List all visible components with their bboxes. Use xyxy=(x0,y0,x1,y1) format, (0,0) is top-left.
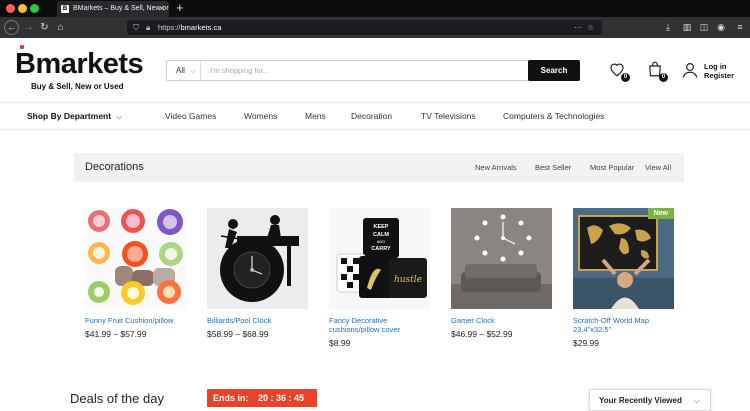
logo-text: Bmarkets xyxy=(15,48,144,80)
recently-viewed-toggle[interactable]: Your Recently Viewed ⌵ xyxy=(589,389,711,411)
menu-hamburger-icon[interactable]: ≡ xyxy=(733,20,747,35)
product-name[interactable]: Billiards/Pool Clock xyxy=(207,316,312,325)
department-label: Shop By Department xyxy=(27,111,112,121)
login-register-link[interactable]: Log in Register xyxy=(704,62,734,80)
product-card[interactable]: Funny Fruit Cushion/pillow $41.99 – $57.… xyxy=(85,208,186,339)
logo-tagline: Buy & Sell, New or Used xyxy=(31,82,124,91)
product-name[interactable]: Gamer Clock xyxy=(451,316,556,325)
shield-icon[interactable]: ⛉ xyxy=(133,20,139,35)
browser-tab-bar: B BMarkets – Buy & Sell, New or ✕ + xyxy=(0,0,750,17)
pillow-print-hustle: hustle xyxy=(394,275,422,285)
library-icon[interactable]: ▥ xyxy=(680,20,694,35)
forward-arrow-icon[interactable]: → xyxy=(21,20,36,35)
url-text: https://bmarkets.ca xyxy=(158,23,222,32)
nav-mens[interactable]: Mens xyxy=(305,111,326,121)
lock-icon[interactable]: 🔒︎ xyxy=(146,20,150,35)
product-price: $58.99 – $68.99 xyxy=(207,329,269,339)
product-card[interactable]: New Scratch-Off World Map 23.4"x32.5" $2… xyxy=(573,208,674,348)
sidebar-icon[interactable]: ◫ xyxy=(697,20,711,35)
search-category-value: All xyxy=(176,66,185,75)
pillow-print-line-4: CARRY xyxy=(371,246,391,252)
downloads-icon[interactable]: ⤓ xyxy=(661,20,675,35)
ends-in-label: Ends in: xyxy=(213,393,249,403)
product-image-billiards-clock[interactable] xyxy=(207,208,308,309)
tab-new-arrivals[interactable]: New Arrivals xyxy=(475,153,517,182)
decorations-section-header: Decorations New Arrivals Best Seller Mos… xyxy=(74,153,684,182)
chevron-down-icon: ⌵ xyxy=(190,68,196,75)
product-image-fruit-cushion[interactable] xyxy=(85,208,186,309)
section-title: Decorations xyxy=(85,161,144,173)
minimize-window-button[interactable] xyxy=(18,4,27,13)
deals-of-the-day-title: Deals of the day xyxy=(70,391,164,406)
tab-best-seller[interactable]: Best Seller xyxy=(535,153,571,182)
page-actions-icon[interactable]: ⋯ xyxy=(574,20,582,35)
product-card[interactable]: KEEP CALM AND CARRY hustle Fancy Decorat… xyxy=(329,208,430,348)
close-window-button[interactable] xyxy=(6,4,15,13)
view-all-link[interactable]: View All xyxy=(645,153,671,182)
chevron-down-icon: ⌵ xyxy=(693,396,700,405)
nav-divider xyxy=(0,129,750,130)
search-input[interactable] xyxy=(202,61,527,80)
header-divider xyxy=(0,102,750,103)
pillow-print-line-1: KEEP xyxy=(374,224,389,230)
new-tab-icon[interactable]: + xyxy=(176,0,184,16)
product-card[interactable]: Gamer Clock $46.99 – $52.99 xyxy=(451,208,552,339)
product-image-gamer-clock[interactable] xyxy=(451,208,552,309)
timer-value: 20 : 36 : 45 xyxy=(258,393,305,403)
logo-red-mark xyxy=(20,45,24,49)
nav-womens[interactable]: Womens xyxy=(244,111,277,121)
pillow-print-line-3: AND xyxy=(377,239,386,244)
register-link[interactable]: Register xyxy=(704,71,734,80)
product-card[interactable]: Billiards/Pool Clock $58.99 – $68.99 xyxy=(207,208,308,339)
search-form: All ⌵ Search xyxy=(166,60,580,81)
product-image-decorative-cushions[interactable]: KEEP CALM AND CARRY hustle xyxy=(329,208,430,309)
back-arrow-icon[interactable]: ← xyxy=(4,20,19,35)
wishlist-count-badge: 0 xyxy=(621,73,630,82)
user-icon xyxy=(682,63,698,78)
nav-video-games[interactable]: Video Games xyxy=(165,111,216,121)
reload-icon[interactable]: ↻ xyxy=(37,20,52,35)
product-image-scratch-map[interactable]: New xyxy=(573,208,674,309)
search-category-select[interactable]: All ⌵ xyxy=(167,61,201,80)
product-price: $8.99 xyxy=(329,338,351,348)
account-button[interactable] xyxy=(681,61,701,83)
search-button[interactable]: Search xyxy=(528,60,580,81)
shop-by-department-menu[interactable]: Shop By Department ⌵ xyxy=(27,111,122,122)
tab-close-icon[interactable]: ✕ xyxy=(158,1,165,17)
cart-count-badge: 0 xyxy=(659,73,668,82)
login-link[interactable]: Log in xyxy=(704,62,734,71)
site-logo[interactable]: Bmarkets Buy & Sell, New or Used xyxy=(15,45,144,91)
cart-button[interactable]: 0 xyxy=(646,60,668,82)
tab-title: BMarkets – Buy & Sell, New or xyxy=(73,5,169,12)
site-favicon-icon: B xyxy=(61,5,69,13)
product-price: $41.99 – $57.99 xyxy=(85,329,147,339)
address-bar[interactable]: ⛉ 🔒︎ https://bmarkets.ca ⋯ ☆ xyxy=(127,20,602,35)
nav-decoration[interactable]: Decoration xyxy=(351,111,392,121)
browser-tab[interactable]: B BMarkets – Buy & Sell, New or ✕ xyxy=(57,1,169,17)
tab-most-popular[interactable]: Most Popular xyxy=(590,153,634,182)
browser-nav-bar: ← → ↻ ⌂ ⛉ 🔒︎ https://bmarkets.ca ⋯ ☆ ⤓ ▥… xyxy=(0,17,750,38)
pillow-print-line-2: CALM xyxy=(373,232,389,238)
recently-viewed-label: Your Recently Viewed xyxy=(599,396,682,405)
product-price: $29.99 xyxy=(573,338,599,348)
product-name[interactable]: Fancy Decorative cushions/pillow cover xyxy=(329,316,434,334)
product-name[interactable]: Funny Fruit Cushion/pillow xyxy=(85,316,190,325)
zoom-window-button[interactable] xyxy=(30,4,39,13)
product-name[interactable]: Scratch-Off World Map 23.4"x32.5" xyxy=(573,316,678,334)
nav-computers-technologies[interactable]: Computers & Technologies xyxy=(503,111,604,121)
chevron-down-icon: ⌵ xyxy=(116,114,122,121)
nav-tv-televisions[interactable]: TV Televisions xyxy=(421,111,476,121)
home-icon[interactable]: ⌂ xyxy=(53,20,68,35)
wishlist-button[interactable]: 0 xyxy=(608,60,630,82)
product-price: $46.99 – $52.99 xyxy=(451,329,513,339)
countdown-timer: Ends in: 20 : 36 : 45 xyxy=(207,389,317,407)
new-badge: New xyxy=(647,208,674,219)
account-icon[interactable]: ◉ xyxy=(714,20,728,35)
bookmark-star-icon[interactable]: ☆ xyxy=(587,20,594,35)
